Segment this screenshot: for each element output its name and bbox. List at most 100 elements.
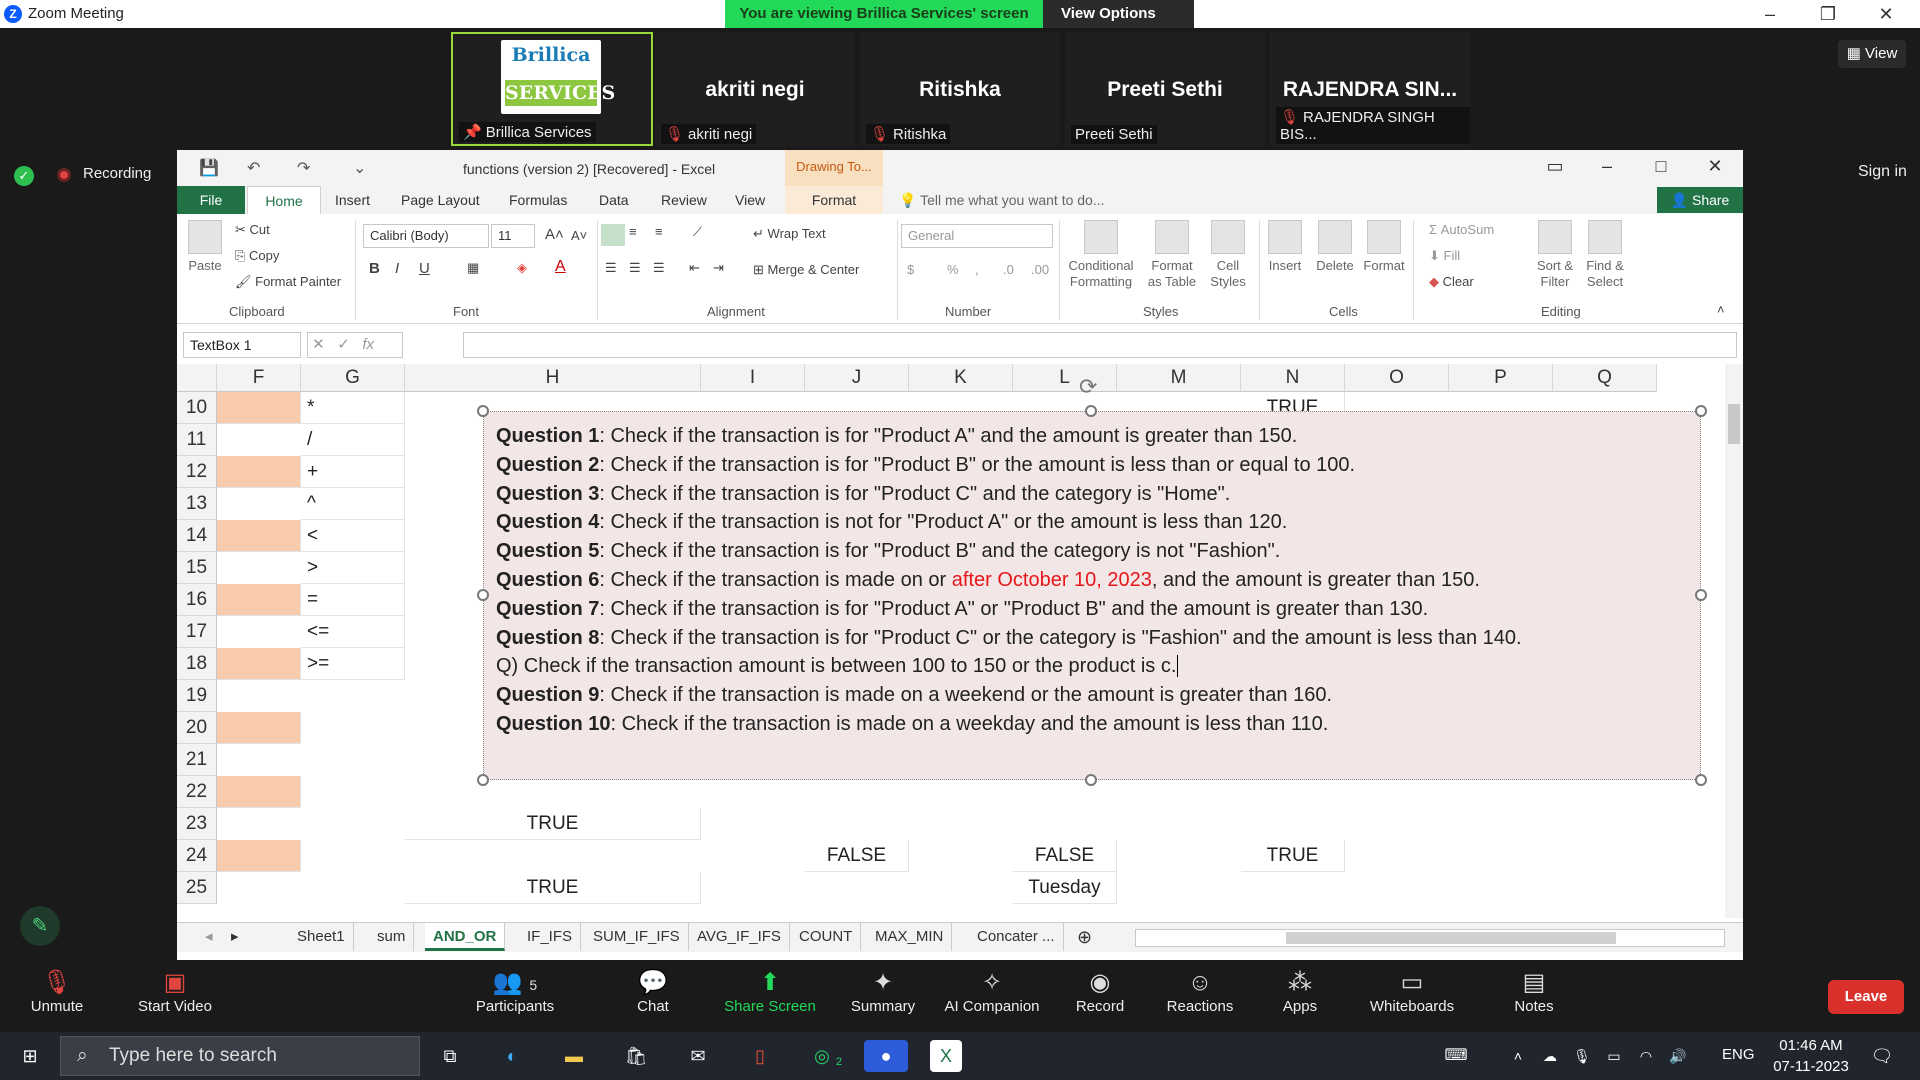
cell-f16[interactable] xyxy=(217,584,301,616)
align-right-icon[interactable]: ☰ xyxy=(653,260,665,276)
wifi-icon[interactable]: ◠ xyxy=(1630,1040,1662,1072)
apps-button[interactable]: ⁂ Apps xyxy=(1276,968,1324,1015)
font-color-icon[interactable]: A xyxy=(555,258,566,276)
percent-icon[interactable]: % xyxy=(947,262,959,277)
resize-handle[interactable] xyxy=(1695,774,1707,786)
column-header[interactable]: M xyxy=(1117,364,1241,392)
cell-h23[interactable]: TRUE xyxy=(405,808,701,840)
cell-f10[interactable] xyxy=(217,392,301,424)
align-top-icon[interactable] xyxy=(601,224,625,246)
resize-handle[interactable] xyxy=(477,405,489,417)
next-sheet-icon[interactable]: ▸ xyxy=(223,923,247,951)
notes-button[interactable]: ▤ Notes xyxy=(1508,968,1560,1015)
underline-icon[interactable]: U xyxy=(419,260,430,277)
column-header[interactable]: N xyxy=(1241,364,1345,392)
cell-g13[interactable]: ^ xyxy=(301,488,405,520)
ribbon-display-icon[interactable]: ▭ xyxy=(1535,156,1575,177)
decrease-indent-icon[interactable]: ⇤ xyxy=(689,260,700,276)
sheet-tab[interactable]: SUM_IF_IFS xyxy=(585,923,689,951)
sheet-tab[interactable]: sum xyxy=(369,923,415,951)
clear-button[interactable]: ◆ Clear xyxy=(1429,274,1474,290)
tab-view[interactable]: View xyxy=(735,186,765,214)
column-header[interactable]: K xyxy=(909,364,1013,392)
cell-f20[interactable] xyxy=(217,712,301,744)
cell-f12[interactable] xyxy=(217,456,301,488)
cell-l24[interactable]: FALSE xyxy=(1013,840,1117,872)
cell-l25[interactable]: Tuesday xyxy=(1013,872,1117,904)
fill-color-icon[interactable]: ◈ xyxy=(517,260,527,276)
sheet-tab[interactable]: MAX_MIN xyxy=(867,923,953,951)
participant-tile-preeti[interactable]: Preeti Sethi Preeti Sethi xyxy=(1065,32,1265,146)
excel-minimize-icon[interactable]: – xyxy=(1587,156,1627,177)
tab-insert[interactable]: Insert xyxy=(335,186,370,214)
column-header[interactable]: Q xyxy=(1553,364,1657,392)
resize-handle[interactable] xyxy=(1695,405,1707,417)
task-view-icon[interactable]: ⧉ xyxy=(434,1040,466,1072)
format-as-table-button[interactable]: Format as Table xyxy=(1143,220,1201,290)
horizontal-scrollbar[interactable] xyxy=(1135,929,1725,947)
row-header[interactable]: 25 xyxy=(177,872,217,904)
align-bottom-icon[interactable]: ≡ xyxy=(655,224,663,239)
row-header[interactable]: 23 xyxy=(177,808,217,840)
fx-icon[interactable]: fx xyxy=(362,336,374,353)
row-header[interactable]: 17 xyxy=(177,616,217,648)
microsoft-store-icon[interactable]: 🛍 xyxy=(620,1040,652,1072)
tab-format[interactable]: Format xyxy=(785,186,883,214)
cell-g15[interactable]: > xyxy=(301,552,405,584)
number-format-select[interactable]: General xyxy=(901,224,1053,248)
restore-icon[interactable]: ❐ xyxy=(1808,2,1848,26)
excel-close-icon[interactable]: ✕ xyxy=(1695,156,1735,177)
column-header[interactable]: L xyxy=(1013,364,1117,392)
align-center-icon[interactable]: ☰ xyxy=(629,260,641,276)
row-header[interactable]: 20 xyxy=(177,712,217,744)
microphone-tray-icon[interactable]: 🎙 xyxy=(1566,1040,1598,1072)
increase-indent-icon[interactable]: ⇥ xyxy=(713,260,724,276)
view-button[interactable]: ▦ View xyxy=(1838,40,1906,68)
tab-page-layout[interactable]: Page Layout xyxy=(401,186,480,214)
cell-g16[interactable]: = xyxy=(301,584,405,616)
tab-formulas[interactable]: Formulas xyxy=(509,186,567,214)
sheet-tab-active[interactable]: AND_OR xyxy=(425,923,506,951)
copy-button[interactable]: ⎘ Copy xyxy=(235,248,279,264)
sort-filter-button[interactable]: Sort & Filter xyxy=(1531,220,1579,290)
annotate-pen-icon[interactable]: ✎ xyxy=(20,906,60,946)
select-all-corner[interactable] xyxy=(177,364,217,392)
battery-icon[interactable]: ▭ xyxy=(1598,1040,1630,1072)
excel-maximize-icon[interactable]: □ xyxy=(1641,156,1681,177)
resize-handle[interactable] xyxy=(1695,589,1707,601)
shield-icon[interactable]: ✓ xyxy=(14,166,34,186)
whatsapp-icon[interactable]: ◎ 2 xyxy=(806,1040,842,1072)
volume-icon[interactable]: 🔊 xyxy=(1662,1040,1694,1072)
zoom-app-icon[interactable]: ● xyxy=(864,1040,908,1072)
participant-tile-ritishka[interactable]: Ritishka 🎙 Ritishka xyxy=(860,32,1060,146)
unmute-button[interactable]: 🎙 Unmute xyxy=(24,968,90,1015)
row-header[interactable]: 15 xyxy=(177,552,217,584)
reactions-button[interactable]: ☺ Reactions xyxy=(1160,968,1240,1015)
sheet-tab[interactable]: COUNT xyxy=(791,923,862,951)
customize-qat-icon[interactable]: ⌄ xyxy=(353,158,366,178)
start-video-button[interactable]: ▣ Start Video xyxy=(130,968,220,1015)
resize-handle[interactable] xyxy=(477,589,489,601)
undo-icon[interactable]: ↶ xyxy=(247,158,260,178)
find-select-button[interactable]: Find & Select xyxy=(1581,220,1629,290)
increase-decimal-icon[interactable]: .0 xyxy=(1003,262,1014,277)
windows-start-icon[interactable]: ⊞ xyxy=(14,1040,46,1072)
record-button[interactable]: ◉ Record xyxy=(1070,968,1130,1015)
column-header[interactable]: F xyxy=(217,364,301,392)
italic-icon[interactable]: I xyxy=(395,260,399,277)
onedrive-icon[interactable]: ☁ xyxy=(1534,1040,1566,1072)
minimize-icon[interactable]: – xyxy=(1750,2,1790,26)
file-explorer-icon[interactable]: ▬ xyxy=(558,1040,590,1072)
decrease-decimal-icon[interactable]: .00 xyxy=(1031,262,1049,277)
participants-button[interactable]: 👥 5 Participants xyxy=(472,968,558,1015)
cell-g17[interactable]: <= xyxy=(301,616,405,648)
cell-g18[interactable]: >= xyxy=(301,648,405,680)
row-header[interactable]: 13 xyxy=(177,488,217,520)
participant-tile-brillica[interactable]: Brillica SERVICES 📌 Brillica Services xyxy=(451,32,653,146)
row-header[interactable]: 14 xyxy=(177,520,217,552)
formula-input[interactable] xyxy=(463,332,1737,358)
tray-chevron-icon[interactable]: ˄ xyxy=(1502,1040,1534,1072)
column-header[interactable]: I xyxy=(701,364,805,392)
leave-button[interactable]: Leave xyxy=(1828,980,1904,1014)
column-header[interactable]: H xyxy=(405,364,701,392)
